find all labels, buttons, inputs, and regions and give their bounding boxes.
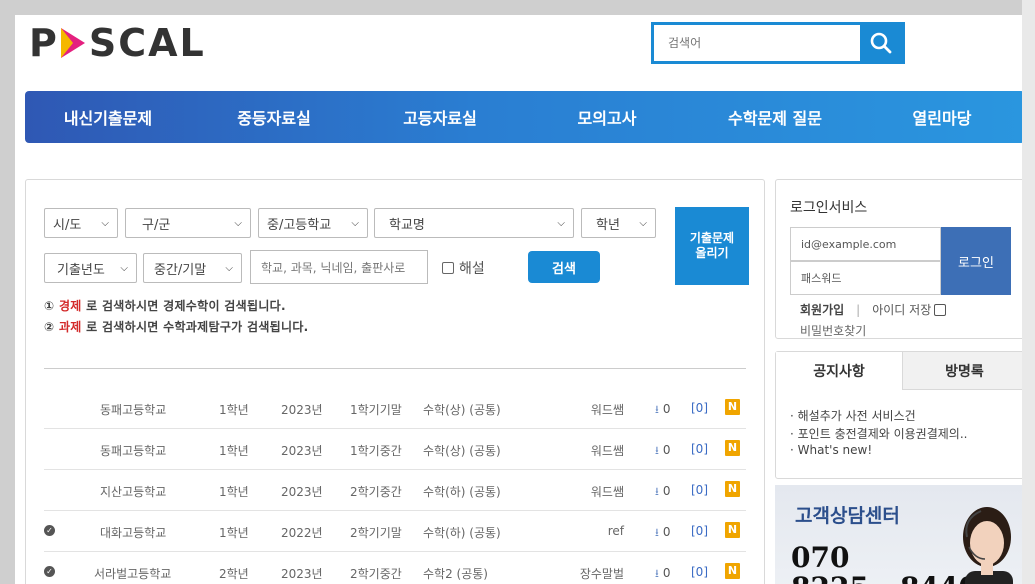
level-select[interactable]: 중/고등학교 ⌵: [258, 208, 368, 238]
phone-number: 8225 - 8440: [791, 571, 978, 584]
nav-exam-papers[interactable]: 내신기출문제: [25, 105, 191, 129]
download-icon: ⭳: [655, 403, 659, 416]
nav-high-school[interactable]: 고등자료실: [357, 105, 523, 129]
play-icon: [60, 28, 85, 58]
notice-list: · 해설추가 사전 서비스건 · 포인트 충전결제와 이용권결제의.. · Wh…: [790, 407, 967, 461]
chevron-down-icon: ⌵: [101, 217, 109, 229]
scrollbar[interactable]: [1022, 0, 1035, 584]
download-icon: ⭳: [655, 444, 659, 457]
check-circle-icon: ✓: [44, 525, 55, 536]
term-select[interactable]: 중간/기말 ⌵: [143, 253, 242, 283]
list-item[interactable]: · 포인트 충전결제와 이용권결제의..: [790, 425, 967, 443]
nav-open-forum[interactable]: 열린마당: [859, 105, 1025, 129]
answer-checkbox[interactable]: 해설: [442, 258, 485, 278]
year-select[interactable]: 기출년도 ⌵: [44, 253, 137, 283]
upload-exam-button[interactable]: 기출문제 올리기: [675, 207, 749, 285]
divider: |: [856, 302, 861, 317]
chevron-down-icon: ⌵: [351, 217, 359, 229]
download-icon: ⭳: [655, 567, 659, 580]
checkbox-box: [442, 262, 454, 274]
chevron-down-icon: ⌵: [120, 262, 128, 274]
comment-count[interactable]: [0]: [691, 483, 708, 497]
table-row[interactable]: 동패고등학교 1학년 2023년 1학기중간 수학(상) (공통) 워드쌤 ⭳ 0…: [44, 429, 746, 470]
login-title: 로그인서비스: [790, 200, 868, 216]
comment-count[interactable]: [0]: [691, 401, 708, 415]
table-row[interactable]: 지산고등학교 1학년 2023년 2학기중간 수학(하) (공통) 워드쌤 ⭳ 0…: [44, 470, 746, 511]
operator-image: [963, 507, 1013, 584]
nav-math-questions[interactable]: 수학문제 질문: [691, 105, 859, 129]
list-item[interactable]: · What's new!: [790, 443, 967, 461]
tab-guestbook[interactable]: 방명록: [902, 352, 1026, 390]
phone-number: 070: [791, 541, 850, 574]
download-icon: ⭳: [655, 485, 659, 498]
exam-list: 동패고등학교 1학년 2023년 1학기기말 수학(상) (공통) 워드쌤 ⭳ 0…: [44, 388, 746, 584]
grade-select[interactable]: 학년 ⌵: [581, 208, 656, 238]
page: PSCAL 내신기출문제 중등자료실 고등자료실 모의고사 수학문제 질문 열린…: [15, 15, 1035, 584]
search-input[interactable]: [654, 25, 860, 61]
new-badge: N: [725, 481, 740, 497]
list-item[interactable]: · 해설추가 사전 서비스건: [790, 407, 967, 425]
save-id-label: 아이디 저장: [872, 303, 932, 317]
find-password-link[interactable]: 비밀번호찾기: [800, 322, 866, 339]
comment-count[interactable]: [0]: [691, 565, 708, 579]
new-badge: N: [725, 563, 740, 579]
customer-center-banner[interactable]: 고객상담센터 070 8225 - 8440: [775, 485, 1025, 584]
school-select[interactable]: 학교명 ⌵: [374, 208, 574, 238]
main-nav: 내신기출문제 중등자료실 고등자료실 모의고사 수학문제 질문 열린마당: [25, 91, 1025, 143]
divider: [44, 368, 746, 369]
customer-center-title: 고객상담센터: [795, 505, 900, 527]
check-circle-icon: ✓: [44, 566, 55, 577]
download-count[interactable]: ⭳ 0: [655, 442, 671, 461]
comment-count[interactable]: [0]: [691, 524, 708, 538]
new-badge: N: [725, 399, 740, 415]
table-row[interactable]: ✓ 대화고등학교 1학년 2022년 2학기기말 수학(하) (공통) ref …: [44, 511, 746, 552]
search-note: ② 과제 로 검색하시면 수학과제탐구가 검색됩니다.: [44, 320, 309, 334]
download-icon: ⭳: [655, 526, 659, 539]
logo[interactable]: P SCAL: [29, 21, 206, 65]
download-count[interactable]: ⭳ 0: [655, 401, 671, 420]
password-field[interactable]: 패스워드: [790, 261, 941, 295]
search-bar: [651, 22, 905, 64]
email-field[interactable]: id@example.com: [790, 227, 941, 261]
login-panel: 로그인서비스 id@example.com 패스워드 로그인 회원가입 | 아이…: [775, 179, 1025, 339]
notice-panel: 공지사항 방명록 · 해설추가 사전 서비스건 · 포인트 충전결제와 이용권결…: [775, 351, 1026, 479]
login-links: 회원가입 | 아이디 저장: [800, 301, 947, 318]
chevron-down-icon: ⌵: [225, 262, 233, 274]
download-count[interactable]: ⭳ 0: [655, 483, 671, 502]
search-button[interactable]: [860, 25, 902, 61]
gugun-select[interactable]: 구/군 ⌵: [125, 208, 251, 238]
table-row[interactable]: ✓ 서라벌고등학교 2학년 2023년 2학기중간 수학2 (공통) 장수말벌 …: [44, 552, 746, 584]
comment-count[interactable]: [0]: [691, 442, 708, 456]
nav-mock-exam[interactable]: 모의고사: [523, 105, 691, 129]
download-count[interactable]: ⭳ 0: [655, 524, 671, 543]
chevron-down-icon: ⌵: [234, 217, 242, 229]
chevron-down-icon: ⌵: [639, 217, 647, 229]
chevron-down-icon: ⌵: [557, 217, 565, 229]
keyword-input[interactable]: 학교, 과목, 닉네임, 출판사로: [250, 250, 428, 284]
save-id-checkbox[interactable]: [934, 303, 947, 316]
new-badge: N: [725, 522, 740, 538]
nav-middle-school[interactable]: 중등자료실: [191, 105, 357, 129]
exam-search-panel: 시/도 ⌵ 구/군 ⌵ 중/고등학교 ⌵ 학교명 ⌵ 학년 ⌵ 기출년도 ⌵ 중간/기말 ⌵ …: [25, 179, 765, 584]
table-row[interactable]: 동패고등학교 1학년 2023년 1학기기말 수학(상) (공통) 워드쌤 ⭳ 0…: [44, 388, 746, 429]
new-badge: N: [725, 440, 740, 456]
join-link[interactable]: 회원가입: [800, 301, 844, 318]
search-icon: [870, 32, 892, 54]
login-button[interactable]: 로그인: [941, 227, 1011, 295]
filter-search-button[interactable]: 검색: [528, 251, 600, 283]
search-note: ① 경제 로 검색하시면 경제수학이 검색됩니다.: [44, 299, 286, 313]
download-count[interactable]: ⭳ 0: [655, 565, 671, 584]
sido-select[interactable]: 시/도 ⌵: [44, 208, 118, 238]
tab-notice[interactable]: 공지사항: [776, 352, 902, 390]
